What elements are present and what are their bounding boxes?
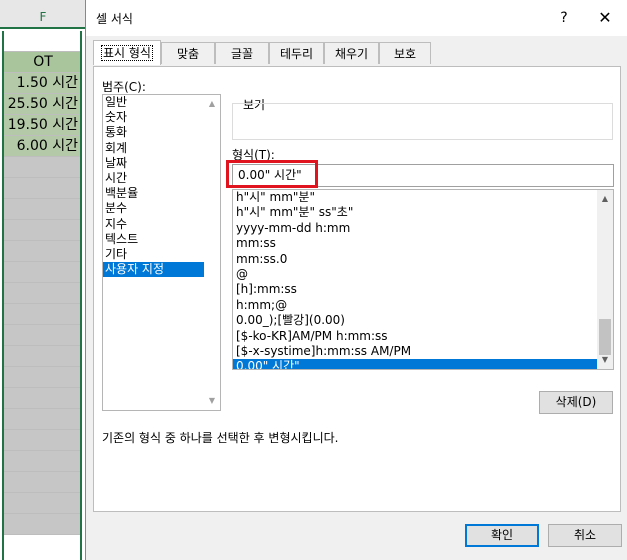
tab-fill[interactable]: 채우기	[324, 42, 379, 64]
format-item[interactable]: [$-ko-KR]AM/PM h:mm:ss	[233, 329, 613, 344]
category-item[interactable]: 통화	[103, 125, 220, 140]
help-button[interactable]: ?	[552, 6, 576, 30]
format-item[interactable]: mm:ss.0	[233, 252, 613, 267]
format-item[interactable]: @	[233, 267, 613, 282]
scroll-thumb[interactable]	[599, 319, 611, 355]
category-item[interactable]: 숫자	[103, 110, 220, 125]
highlight-annotation	[226, 160, 318, 188]
description-text: 기존의 형식 중 하나를 선택한 후 변형시킵니다.	[102, 431, 339, 445]
category-list[interactable]: 일반 숫자 통화 회계 날짜 시간 백분율 분수 지수 텍스트 기타 사용자 지정 ▲ ▼	[102, 94, 221, 411]
format-cells-dialog: 셀 서식 ? ✕ 표시 형식 맞춤 글꼴 테두리 채우기 보호 범주(C): 일…	[85, 0, 627, 560]
format-item[interactable]: mm:ss	[233, 236, 613, 251]
tab-font[interactable]: 글꼴	[215, 42, 269, 64]
tab-protection[interactable]: 보호	[379, 42, 431, 64]
format-list[interactable]: h"시" mm"분" h"시" mm"분" ss"초" yyyy-mm-dd h:m…	[232, 189, 614, 370]
scroll-down-icon[interactable]: ▼	[597, 353, 613, 367]
category-item[interactable]: 일반	[103, 95, 220, 110]
category-item[interactable]: 백분율	[103, 186, 220, 201]
format-item[interactable]: h:mm;@	[233, 298, 613, 313]
category-item[interactable]: 분수	[103, 201, 220, 216]
category-item[interactable]: 사용자 지정	[103, 262, 206, 278]
spreadsheet-column: F OT 1.50 시간 25.50 시간 19.50 시간 6.00 시간	[0, 0, 86, 560]
ok-button[interactable]: 확인	[465, 524, 539, 547]
scroll-up-icon[interactable]: ▲	[204, 97, 220, 111]
category-scrollbar[interactable]: ▲ ▼	[204, 95, 220, 410]
column-header-f[interactable]: F	[0, 0, 86, 29]
format-item[interactable]: yyyy-mm-dd h:mm	[233, 221, 613, 236]
tab-alignment[interactable]: 맞춤	[161, 42, 215, 64]
dialog-title: 셀 서식	[96, 12, 133, 26]
tab-border[interactable]: 테두리	[269, 42, 324, 64]
category-item[interactable]: 회계	[103, 141, 220, 156]
format-item[interactable]: 0.00_);[빨강](0.00)	[233, 313, 613, 328]
format-item[interactable]: h"시" mm"분" ss"초"	[233, 205, 613, 220]
format-list-scrollbar[interactable]: ▲ ▼	[597, 190, 613, 369]
preview-box	[232, 103, 613, 140]
category-item[interactable]: 기타	[103, 247, 220, 262]
format-item[interactable]: [$-x-systime]h:mm:ss AM/PM	[233, 344, 613, 359]
scroll-up-icon[interactable]: ▲	[597, 192, 613, 206]
category-label: 범주(C):	[102, 80, 146, 94]
selection-border	[2, 31, 82, 560]
close-button[interactable]: ✕	[593, 6, 617, 30]
category-item[interactable]: 텍스트	[103, 232, 220, 247]
format-item[interactable]: h"시" mm"분"	[233, 190, 613, 205]
cancel-button[interactable]: 취소	[548, 524, 622, 547]
delete-button[interactable]: 삭제(D)	[539, 391, 613, 414]
category-item[interactable]: 지수	[103, 217, 220, 232]
category-item[interactable]: 날짜	[103, 156, 220, 171]
tab-number[interactable]: 표시 형식	[93, 40, 161, 65]
category-items: 일반 숫자 통화 회계 날짜 시간 백분율 분수 지수 텍스트 기타 사용자 지정	[103, 95, 220, 278]
category-item[interactable]: 시간	[103, 171, 220, 186]
scroll-down-icon[interactable]: ▼	[204, 394, 220, 408]
format-item[interactable]: [h]:mm:ss	[233, 282, 613, 297]
dialog-titlebar[interactable]: 셀 서식 ? ✕	[86, 0, 627, 36]
format-items: h"시" mm"분" h"시" mm"분" ss"초" yyyy-mm-dd h:m…	[233, 190, 613, 369]
format-item[interactable]: 0.00" 시간"	[233, 359, 597, 369]
